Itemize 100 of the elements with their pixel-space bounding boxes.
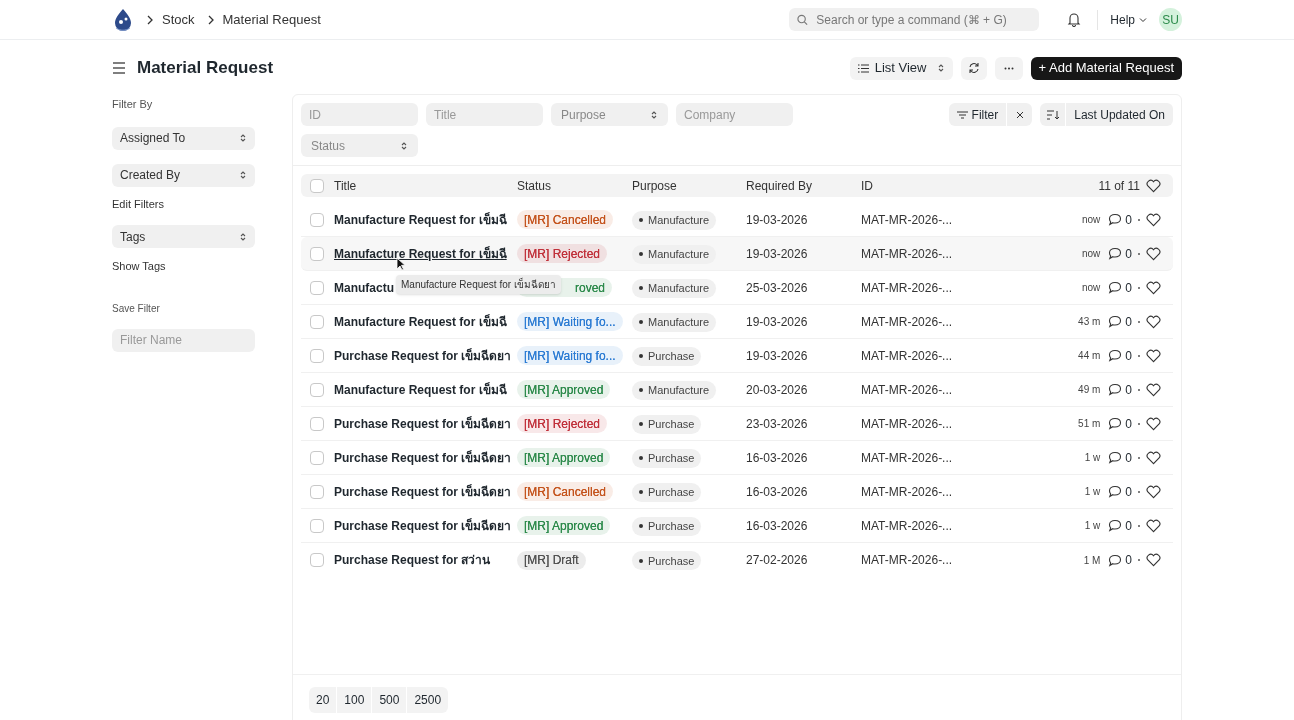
- menu-icon[interactable]: [112, 62, 126, 74]
- date-cell-text: 16-03-2026: [746, 517, 809, 535]
- filter-input[interactable]: ID: [301, 103, 418, 126]
- title-link[interactable]: Purchase Request for เข็มฉีดยา: [334, 484, 512, 499]
- title-link[interactable]: Manufacture Request for เข็มฉี: [334, 382, 507, 397]
- title-link[interactable]: Purchase Request for เข็มฉีดยา: [334, 450, 512, 465]
- list-row[interactable]: Purchase Request for เข็มฉีดยา [MR] Approved Purchase 16-03-2026 MAT-MR-2026-... 1 w 0: [301, 509, 1173, 543]
- row-checkbox[interactable]: [310, 450, 324, 465]
- title-link[interactable]: Purchase Request for เข็มฉีดยา: [334, 518, 512, 533]
- row-checkbox[interactable]: [310, 348, 324, 363]
- row-checkbox[interactable]: [310, 416, 324, 431]
- title-link[interactable]: Purchase Request for เข็มฉีดยา: [334, 416, 512, 431]
- page-size-button[interactable]: 20: [309, 687, 337, 713]
- heart-icon[interactable]: [1146, 416, 1161, 431]
- status-label: [MR] Approved: [524, 449, 604, 467]
- list-row[interactable]: Manufacture Request for เข็มฉี [MR] Rejected Manufacture 19-03-2026 MAT-MR-2026-... now 0: [301, 237, 1173, 271]
- help-menu[interactable]: Help: [1110, 10, 1147, 29]
- tags-dropdown[interactable]: Tags: [112, 225, 255, 248]
- purpose-pill: Purchase: [632, 414, 702, 434]
- title-link[interactable]: Purchase Request for สว่าน: [334, 553, 491, 567]
- purpose-pill: Purchase: [632, 551, 702, 571]
- page-size-button[interactable]: 2500: [406, 687, 449, 713]
- user-avatar[interactable]: SU: [1159, 8, 1182, 31]
- filter-name-field[interactable]: Filter Name: [112, 328, 255, 352]
- row-checkbox[interactable]: [310, 382, 324, 397]
- modified-time: now: [1081, 247, 1101, 261]
- page-size-button[interactable]: 500: [371, 687, 407, 713]
- heart-icon[interactable]: [1146, 178, 1161, 193]
- title-link[interactable]: Manufactu: [334, 280, 394, 295]
- title-link[interactable]: Purchase Request for เข็มฉีดยา: [334, 348, 512, 363]
- date-cell-text: 19-03-2026: [746, 313, 809, 331]
- search-field[interactable]: Search or type a command (⌘ + G): [789, 8, 1040, 31]
- id-cell-text: MAT-MR-2026-...: [861, 449, 954, 467]
- breadcrumb-link[interactable]: Material Request: [222, 9, 321, 30]
- list-row[interactable]: Purchase Request for สว่าน [MR] Draft Purchase 27-02-2026 MAT-MR-2026-... 1 M 0: [301, 543, 1173, 577]
- title-link[interactable]: Manufacture Request for เข็มฉี: [334, 212, 507, 227]
- sort-caret-icon: [239, 133, 247, 143]
- purpose-pill: Purchase: [632, 346, 702, 366]
- row-checkbox[interactable]: [310, 314, 324, 329]
- purpose-pill: Purchase: [632, 448, 702, 468]
- bell-icon[interactable]: [1067, 12, 1082, 27]
- modified-time: 51 m: [1078, 417, 1101, 431]
- add-material-request-button[interactable]: + Add Material Request: [1030, 56, 1182, 80]
- title-link[interactable]: Manufacture Request for เข็มฉี: [334, 246, 507, 261]
- row-checkbox[interactable]: [310, 518, 324, 533]
- date-cell-text: 19-03-2026: [746, 245, 809, 263]
- modified-time: 43 m: [1078, 315, 1101, 329]
- row-checkbox[interactable]: [310, 553, 324, 567]
- sort-caret-icon: [400, 140, 408, 151]
- row-checkbox[interactable]: [310, 212, 324, 227]
- list-row[interactable]: Purchase Request for เข็มฉีดยา [MR] Cancelled Purchase 16-03-2026 MAT-MR-2026-... 1 w 0: [301, 475, 1173, 509]
- list-row[interactable]: Purchase Request for เข็มฉีดยา [MR] Waiting fo... Purchase 19-03-2026 MAT-MR-2026-... 44 m 0: [301, 339, 1173, 373]
- row-checkbox[interactable]: [310, 246, 324, 261]
- refresh-button[interactable]: [960, 56, 987, 80]
- sidebar-filter-dropdown[interactable]: Created By: [112, 163, 255, 187]
- heart-icon[interactable]: [1146, 280, 1161, 295]
- heart-icon[interactable]: [1146, 348, 1161, 363]
- list-row[interactable]: Purchase Request for เข็มฉีดยา [MR] Rejected Purchase 23-03-2026 MAT-MR-2026-... 51 m 0: [301, 407, 1173, 441]
- title-link[interactable]: Manufacture Request for เข็มฉี: [334, 314, 507, 329]
- breadcrumb-link[interactable]: Stock: [162, 9, 195, 30]
- id-cell-text: MAT-MR-2026-...: [861, 381, 954, 399]
- heart-icon[interactable]: [1146, 314, 1161, 329]
- row-checkbox[interactable]: [310, 484, 324, 499]
- status-label: [MR] Draft: [524, 552, 579, 569]
- comment-icon: [1108, 247, 1123, 260]
- status-label: [MR] Rejected: [524, 245, 601, 263]
- modified-time: 1 w: [1084, 451, 1101, 465]
- heart-icon[interactable]: [1146, 382, 1161, 397]
- modified-time: 44 m: [1078, 349, 1101, 363]
- filter-input[interactable]: Company: [676, 103, 793, 126]
- list-row[interactable]: Manufacture Request for เข็มฉี [MR] Approved Manufacture 20-03-2026 MAT-MR-2026-... 49 m 0: [301, 373, 1173, 407]
- list-row[interactable]: Manufacture Request for เข็มฉี [MR] Waiting fo... Manufacture 19-03-2026 MAT-MR-2026-... 43 m 0: [301, 305, 1173, 339]
- heart-icon[interactable]: [1146, 212, 1161, 227]
- row-checkbox[interactable]: [310, 280, 324, 295]
- chevron-icon: [146, 14, 154, 25]
- caret-icon: [1139, 16, 1147, 23]
- heart-icon[interactable]: [1146, 484, 1161, 499]
- select-all-checkbox[interactable]: [310, 178, 324, 193]
- sidebar-filter-dropdown[interactable]: Assigned To: [112, 126, 255, 150]
- heart-icon[interactable]: [1146, 518, 1161, 533]
- heart-icon[interactable]: [1146, 553, 1161, 567]
- heart-icon[interactable]: [1146, 450, 1161, 465]
- status-label: roved: [574, 279, 605, 297]
- tooltip: Manufacture Request for เข็มฉีดยา: [396, 275, 561, 294]
- column-header: ID: [861, 177, 874, 195]
- cursor-icon: [396, 257, 406, 271]
- show-tags-link[interactable]: Show Tags: [112, 258, 255, 275]
- view-switcher[interactable]: List View: [849, 56, 953, 80]
- edit-filters-link[interactable]: Edit Filters: [112, 195, 255, 212]
- list-row[interactable]: Purchase Request for เข็มฉีดยา [MR] Approved Purchase 16-03-2026 MAT-MR-2026-... 1 w 0: [301, 441, 1173, 475]
- purpose-pill: Manufacture: [632, 312, 717, 332]
- refresh-icon: [967, 62, 980, 74]
- page-size-button[interactable]: 100: [336, 687, 372, 713]
- more-icon: [1003, 66, 1014, 70]
- id-cell-text: MAT-MR-2026-...: [861, 415, 954, 433]
- heart-icon[interactable]: [1146, 246, 1161, 261]
- purpose-pill: Manufacture: [632, 244, 717, 264]
- logo-icon[interactable]: [112, 7, 134, 32]
- filter-input[interactable]: Title: [426, 103, 543, 126]
- list-icon: [857, 63, 869, 73]
